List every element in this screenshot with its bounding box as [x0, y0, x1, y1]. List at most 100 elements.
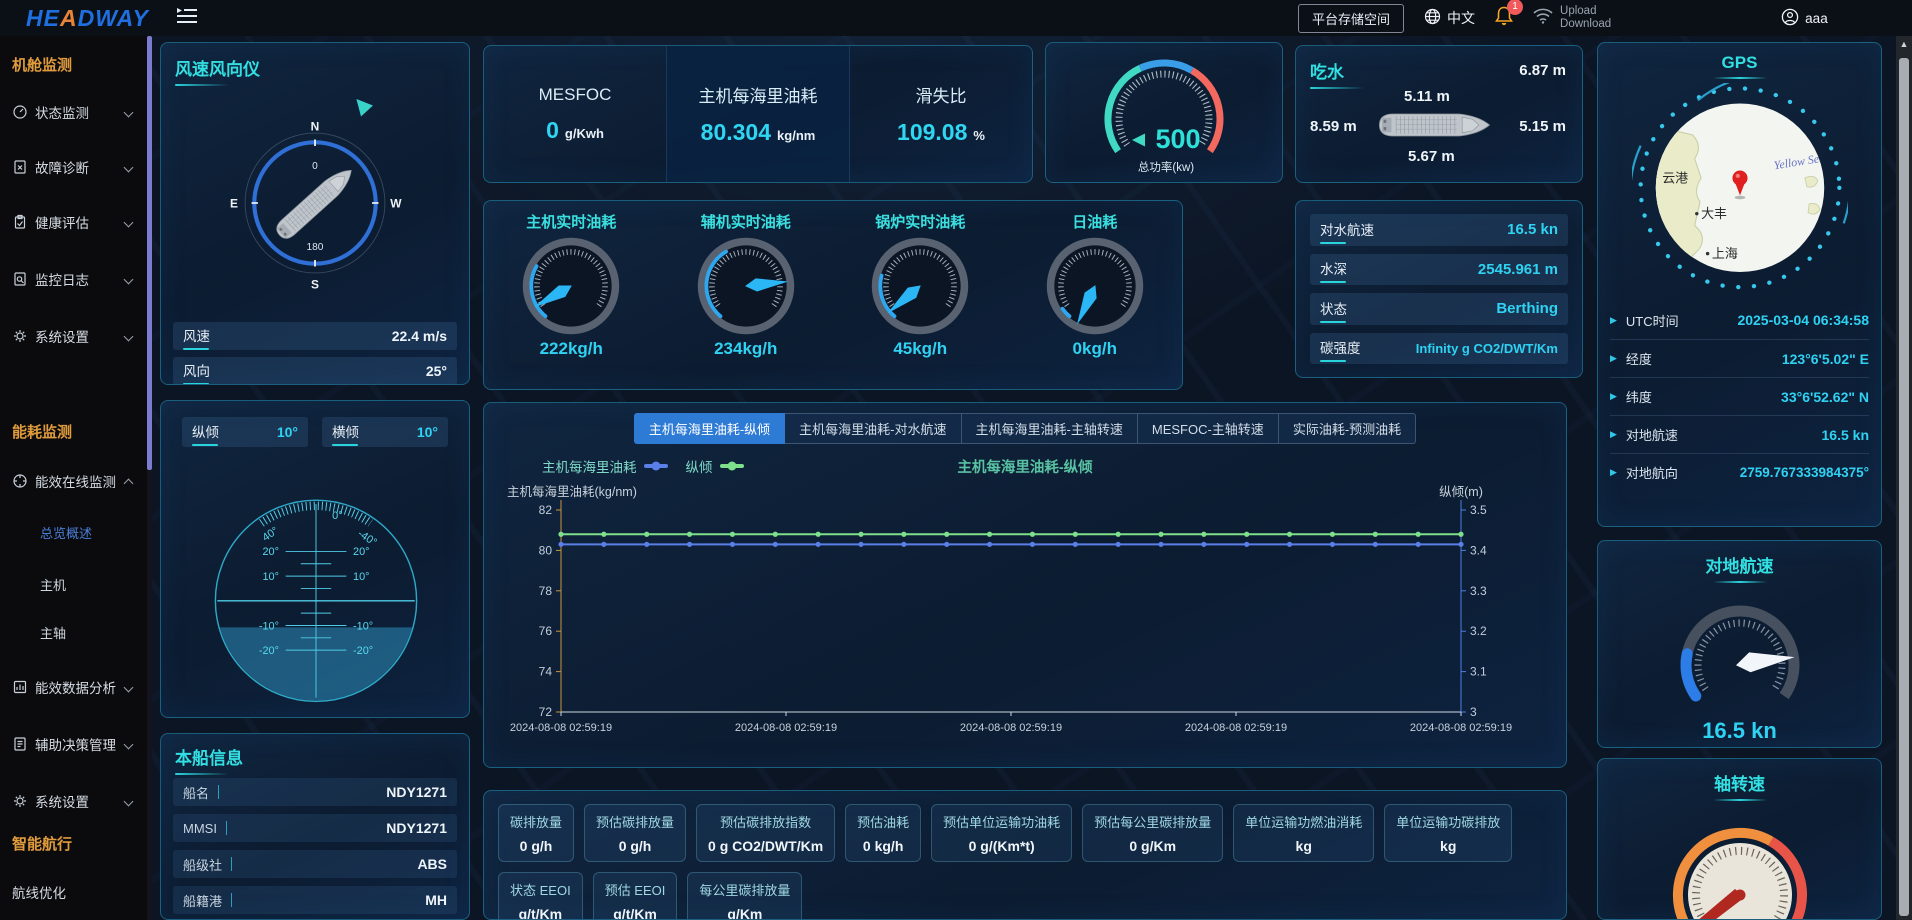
- page-scrollbar[interactable]: ▲: [1896, 36, 1912, 920]
- scroll-up-arrow[interactable]: ▲: [1896, 39, 1912, 49]
- sidebar-scrollbar-thumb[interactable]: [147, 36, 152, 470]
- upload-download[interactable]: UploadDownload: [1533, 5, 1611, 31]
- svg-text:80: 80: [539, 543, 553, 557]
- fuel-per-mile-cell: 主机每海里油耗 80.304kg/nm: [666, 46, 850, 182]
- svg-text:2024-08-08 02:59:19: 2024-08-08 02:59:19: [1410, 722, 1512, 734]
- sidebar-item-settings-1[interactable]: 系统设置: [0, 321, 147, 351]
- chevron-down-icon: [124, 331, 134, 341]
- draft-panel: 吃水 6.87 m 5.11 m 8.59 m 5.15 m 5.67 m: [1295, 45, 1583, 183]
- svg-text:20°: 20°: [353, 546, 370, 558]
- draft-title: 吃水: [1310, 58, 1364, 89]
- svg-text:W: W: [390, 197, 402, 211]
- emission-stats-panel: 碳排放量0 g/h 预估碳排放量0 g/h 预估碳排放指数0 g CO2/DWT…: [483, 790, 1567, 920]
- sidebar-item-decision[interactable]: 辅助决策管理: [0, 729, 147, 759]
- log-icon: [12, 271, 28, 287]
- inclinometer-panel: 纵倾10° 横倾10° 0° 40° -40° 20° 10° -10° -20…: [160, 400, 470, 718]
- aux-engine-fuel-gauge: 辅机实时油耗 234kg/h: [659, 201, 834, 389]
- globe-icon: [1424, 8, 1441, 28]
- tab-fuel-stw[interactable]: 主机每海里油耗-对水航速: [785, 413, 961, 444]
- wind-compass: N S E W 0 180: [175, 88, 455, 318]
- sidebar-subitem-main-engine[interactable]: 主机: [40, 571, 66, 597]
- tab-mesfoc-shaft[interactable]: MESFOC-主轴转速: [1138, 413, 1279, 444]
- gauge-icon: [12, 104, 28, 120]
- draft-value-right: 5.15 m: [1519, 118, 1566, 135]
- chevron-down-icon: [124, 162, 134, 172]
- stw-row: 对水航速16.5 kn: [1310, 214, 1568, 246]
- user-menu[interactable]: aaa: [1781, 8, 1828, 29]
- gear-icon: [12, 793, 28, 809]
- pitch-chip: 纵倾10°: [182, 417, 308, 447]
- download-label: Download: [1560, 18, 1611, 31]
- sidebar-item-health[interactable]: 健康评估: [0, 207, 147, 237]
- wind-direction-arrow: [356, 99, 373, 116]
- draft-value-top: 5.11 m: [1404, 88, 1450, 105]
- chevron-down-icon: [124, 739, 134, 749]
- sidebar-subitem-main-shaft[interactable]: 主轴: [40, 619, 66, 645]
- stat-status-eeoi: 状态 EEOIg/t/Km: [498, 872, 583, 920]
- storage-button[interactable]: 平台存储空间: [1298, 4, 1404, 33]
- stat-est-fuel: 预估油耗0 kg/h: [845, 804, 921, 862]
- sidebar-item-energy-analysis[interactable]: 能效数据分析: [0, 672, 147, 702]
- svg-text:180: 180: [307, 242, 324, 253]
- legend-item-fuel[interactable]: 主机每海里油耗: [542, 456, 668, 476]
- sidebar-scrollbar[interactable]: [147, 36, 152, 920]
- svg-text:0: 0: [312, 161, 318, 172]
- fuel-pitch-line-chart: 8280787674723.53.43.33.23.132024-08-08 0…: [499, 484, 1551, 756]
- legend-item-pitch[interactable]: 纵倾: [686, 456, 744, 476]
- sidebar-heading-energy: 能耗监测: [12, 419, 72, 443]
- total-power-panel: 500 总功率(kw): [1045, 42, 1283, 183]
- wind-speed-row: 风速22.4 m/s: [173, 322, 457, 350]
- topbar: HEADWAY 平台存储空间 中文 1 UploadDownload aaa: [0, 0, 1912, 36]
- svg-text:20°: 20°: [262, 546, 279, 558]
- wind-direction-row: 风向25°: [173, 357, 457, 385]
- fault-icon: [12, 159, 28, 175]
- wind-panel: 风速风向仪 N S E W 0 180 风速22.4 m/s 风向25°: [160, 42, 470, 385]
- sidebar-subitem-overview[interactable]: 总览概述: [40, 519, 92, 545]
- home-port-row: 船籍港MH: [173, 886, 457, 914]
- page-scrollbar-thumb[interactable]: [1899, 58, 1909, 916]
- bar-chart-icon: [12, 679, 28, 695]
- stat-est-carbon-per-km: 预估每公里碳排放量0 g/Km: [1082, 804, 1223, 862]
- svg-text:3.2: 3.2: [1470, 624, 1487, 638]
- tab-fuel-shaft[interactable]: 主机每海里油耗-主轴转速: [962, 413, 1138, 444]
- sidebar-item-settings-2[interactable]: 系统设置: [0, 786, 147, 816]
- svg-text:2024-08-08 02:59:19: 2024-08-08 02:59:19: [510, 722, 612, 734]
- svg-text:-10°: -10°: [353, 620, 373, 632]
- language-selector[interactable]: 中文: [1424, 8, 1475, 28]
- mesfoc-panel: MESFOC 0g/Kwh 主机每海里油耗 80.304kg/nm 滑失比 10…: [483, 45, 1033, 183]
- mesfoc-cell: MESFOC 0g/Kwh: [484, 46, 666, 182]
- svg-text:-20°: -20°: [259, 645, 279, 657]
- stat-transport-carbon: 单位运输功碳排放kg: [1384, 804, 1512, 862]
- tab-fuel-pitch[interactable]: 主机每海里油耗-纵倾: [634, 413, 785, 444]
- svg-text:云港: 云港: [1662, 170, 1688, 185]
- shaft-speed-title: 轴转速: [1598, 770, 1881, 801]
- sidebar-item-energy-online[interactable]: 能效在线监测: [0, 466, 147, 496]
- svg-text:-20°: -20°: [353, 645, 373, 657]
- sidebar-item-fault[interactable]: 故障诊断: [0, 152, 147, 182]
- sog-row: ▶对地航速16.5 kn: [1610, 415, 1869, 453]
- svg-text:3.1: 3.1: [1470, 665, 1487, 679]
- sidebar-item-log[interactable]: 监控日志: [0, 264, 147, 294]
- svg-text:主机每海里油耗(kg/nm): 主机每海里油耗(kg/nm): [507, 484, 637, 499]
- gps-map: Yellow Sea 云港 大丰 上海 京: [1632, 83, 1848, 299]
- chevron-down-icon: [124, 796, 134, 806]
- menu-toggle-icon[interactable]: [177, 8, 197, 29]
- sidebar-item-route-opt[interactable]: 航线优化: [0, 877, 147, 907]
- sog-gauge-value: 16.5 kn: [1598, 718, 1881, 744]
- svg-text:N: N: [311, 119, 320, 133]
- inclinometer-gauge: 0° 40° -40° 20° 10° -10° -20° 20° 10° -1…: [161, 447, 470, 709]
- wind-panel-title: 风速风向仪: [175, 55, 469, 86]
- svg-text:3.4: 3.4: [1470, 543, 1487, 557]
- stat-transport-fuel: 单位运输功燃油消耗kg: [1233, 804, 1374, 862]
- username: aaa: [1805, 11, 1828, 26]
- svg-text:2024-08-08 02:59:19: 2024-08-08 02:59:19: [735, 722, 837, 734]
- sidebar-item-status[interactable]: 状态监测: [0, 97, 147, 127]
- svg-text:纵倾(m): 纵倾(m): [1439, 485, 1483, 499]
- boiler-fuel-gauge: 锅炉实时油耗 45kg/h: [833, 201, 1008, 389]
- notifications-button[interactable]: 1: [1495, 6, 1513, 31]
- power-gauge-pointer: [1132, 134, 1145, 147]
- tab-actual-predicted[interactable]: 实际油耗-预测油耗: [1279, 413, 1416, 444]
- stat-carbon-per-km: 每公里碳排放量g/Km: [687, 872, 802, 920]
- ship-info-title: 本船信息: [175, 744, 469, 775]
- document-icon: [12, 736, 28, 752]
